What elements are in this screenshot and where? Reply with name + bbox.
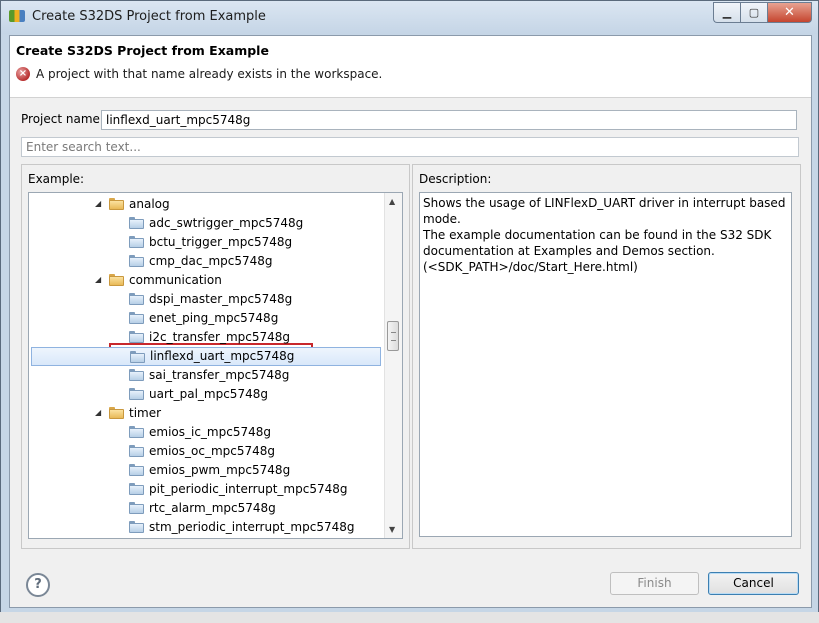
finish-button[interactable]: Finish	[610, 572, 699, 595]
tree-item-label: pit_periodic_interrupt_mpc5748g	[149, 482, 348, 496]
tree-project-item[interactable]: stm_periodic_interrupt_mpc5748g	[29, 518, 383, 537]
error-icon: ×	[16, 67, 30, 81]
tree-project-item[interactable]: sai_transfer_mpc5748g	[29, 366, 383, 385]
tree-item-label: stm_periodic_interrupt_mpc5748g	[149, 520, 355, 534]
tree-project-item[interactable]: linflexd_uart_mpc5748g	[31, 347, 381, 366]
project-folder-icon	[129, 217, 144, 229]
project-folder-icon	[129, 255, 144, 267]
folder-icon	[109, 274, 124, 286]
maximize-icon[interactable]: ▢	[740, 2, 767, 23]
tree-project-item[interactable]: bctu_trigger_mpc5748g	[29, 233, 383, 252]
tree-item-label: adc_swtrigger_mpc5748g	[149, 216, 304, 230]
tree-item-label: dspi_master_mpc5748g	[149, 292, 293, 306]
project-folder-icon	[129, 445, 144, 457]
tree-item-label: i2c_transfer_mpc5748g	[149, 330, 291, 344]
project-folder-icon	[129, 236, 144, 248]
project-folder-icon	[129, 426, 144, 438]
expand-arrow-icon[interactable]: ◢	[95, 200, 103, 208]
project-name-input[interactable]	[101, 110, 797, 130]
search-input[interactable]	[21, 137, 799, 157]
tree-category-item[interactable]: ◢ communication	[29, 271, 383, 290]
project-folder-icon	[129, 464, 144, 476]
description-line: (<SDK_PATH>/doc/Start_Here.html)	[423, 260, 638, 274]
project-folder-icon	[129, 521, 144, 533]
error-message: A project with that name already exists …	[36, 67, 383, 81]
project-folder-icon	[129, 502, 144, 514]
app-logo-icon	[9, 10, 25, 22]
project-folder-icon	[129, 331, 144, 343]
project-folder-icon	[130, 351, 145, 363]
project-name-label: Project name:	[21, 112, 104, 126]
project-folder-icon	[129, 369, 144, 381]
tree-project-item[interactable]: i2c_transfer_mpc5748g	[29, 328, 383, 347]
project-folder-icon	[129, 293, 144, 305]
cancel-button[interactable]: Cancel	[708, 572, 799, 595]
example-label: Example:	[28, 172, 85, 186]
tree-item-label: communication	[129, 273, 222, 287]
tree-item-label: cmp_dac_mpc5748g	[149, 254, 273, 268]
scroll-up-icon[interactable]: ▲	[389, 197, 395, 206]
tree-item-label: emios_oc_mpc5748g	[149, 444, 275, 458]
tree-item-label: timer	[129, 406, 162, 420]
tree-scrollbar[interactable]: ▲ ▼	[384, 193, 402, 538]
project-folder-icon	[129, 388, 144, 400]
tree-project-item[interactable]: pit_periodic_interrupt_mpc5748g	[29, 480, 383, 499]
expand-arrow-icon[interactable]: ◢	[95, 276, 103, 284]
description-label: Description:	[419, 172, 492, 186]
tree-item-label: emios_ic_mpc5748g	[149, 425, 271, 439]
tree-category-item[interactable]: ◢ timer	[29, 404, 383, 423]
folder-icon	[109, 407, 124, 419]
dialog-title: Create S32DS Project from Example	[16, 43, 269, 58]
project-folder-icon	[129, 483, 144, 495]
tree-item-label: bctu_trigger_mpc5748g	[149, 235, 293, 249]
scroll-down-icon[interactable]: ▼	[389, 525, 395, 534]
expand-arrow-icon[interactable]: ◢	[95, 409, 103, 417]
description-line: The example documentation can be found i…	[423, 228, 772, 258]
tree-project-item[interactable]: enet_ping_mpc5748g	[29, 309, 383, 328]
tree-project-item[interactable]: emios_oc_mpc5748g	[29, 442, 383, 461]
example-tree[interactable]: ◢ analog adc_swtrigger_mpc5748g bctu_trigge…	[28, 192, 403, 539]
project-folder-icon	[129, 312, 144, 324]
description-line: Shows the usage of LINFlexD_UART driver …	[423, 196, 786, 226]
tree-project-item[interactable]: uart_pal_mpc5748g	[29, 385, 383, 404]
tree-project-item[interactable]: adc_swtrigger_mpc5748g	[29, 214, 383, 233]
tree-item-label: enet_ping_mpc5748g	[149, 311, 279, 325]
title-bar[interactable]: Create S32DS Project from Example ▁ ▢ ✕	[1, 1, 818, 34]
tree-project-item[interactable]: emios_ic_mpc5748g	[29, 423, 383, 442]
example-group: Example: ◢ analog adc_swtrigger_mpc5748gbc…	[21, 164, 410, 549]
tree-item-label: uart_pal_mpc5748g	[149, 387, 268, 401]
tree-project-item[interactable]: cmp_dac_mpc5748g	[29, 252, 383, 271]
description-group: Description: Shows the usage of LINFlexD…	[412, 164, 801, 549]
wizard-header: Create S32DS Project from Example × A pr…	[10, 36, 811, 98]
background-view-tabs	[0, 612, 819, 623]
caption-buttons: ▁ ▢ ✕	[713, 2, 812, 23]
minimize-icon[interactable]: ▁	[713, 2, 740, 23]
tree-item-label: emios_pwm_mpc5748g	[149, 463, 291, 477]
window-title: Create S32DS Project from Example	[32, 9, 266, 24]
tree-category-item[interactable]: ◢ analog	[29, 195, 383, 214]
scroll-thumb[interactable]	[387, 321, 399, 351]
tree-project-item[interactable]: rtc_alarm_mpc5748g	[29, 499, 383, 518]
tree-project-item[interactable]: dspi_master_mpc5748g	[29, 290, 383, 309]
tree-project-item[interactable]: emios_pwm_mpc5748g	[29, 461, 383, 480]
dialog-window: Create S32DS Project from Example ▁ ▢ ✕ …	[0, 0, 819, 613]
dialog-client-area: Create S32DS Project from Example × A pr…	[9, 35, 812, 608]
folder-icon	[109, 198, 124, 210]
tree-item-label: rtc_alarm_mpc5748g	[149, 501, 276, 515]
description-text: Shows the usage of LINFlexD_UART driver …	[419, 192, 792, 537]
tree-item-label: linflexd_uart_mpc5748g	[150, 349, 295, 363]
tree-item-label: sai_transfer_mpc5748g	[149, 368, 290, 382]
help-icon[interactable]: ?	[26, 573, 50, 597]
close-icon[interactable]: ✕	[767, 2, 812, 23]
tree-item-label: analog	[129, 197, 170, 211]
